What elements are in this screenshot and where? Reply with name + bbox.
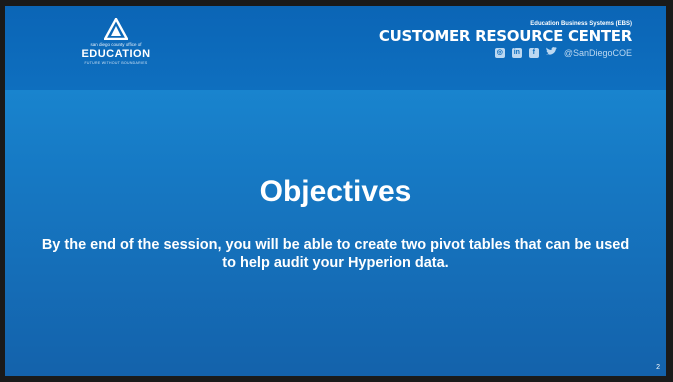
social-links: ◎ in f @SanDiegoCOE [379, 47, 632, 58]
resource-center-title: CUSTOMER RESOURCE CENTER [378, 27, 632, 45]
instagram-icon[interactable]: ◎ [494, 47, 505, 58]
slide-title: Objectives [259, 175, 412, 208]
slide-body: By the end of the session, you will be a… [41, 237, 630, 271]
slide-header: san diego county office of EDUCATION FUT… [5, 6, 666, 90]
logo-tagline: FUTURE WITHOUT BOUNDARIES [84, 61, 148, 65]
page-number: 2 [656, 364, 660, 371]
logo-education: EDUCATION [81, 48, 151, 60]
sdcoe-logo: san diego county office of EDUCATION FUT… [61, 18, 171, 82]
triangle-logo-icon [104, 18, 128, 40]
slide-frame: san diego county office of EDUCATION FUT… [0, 0, 673, 382]
facebook-icon[interactable]: f [528, 47, 539, 58]
linkedin-icon[interactable]: in [511, 47, 522, 58]
twitter-icon[interactable] [545, 47, 557, 58]
twitter-handle[interactable]: @SanDiegoCOE [564, 48, 632, 58]
resource-center-block: Education Business Systems (EBS) CUSTOME… [379, 20, 632, 58]
slide: san diego county office of EDUCATION FUT… [5, 6, 666, 376]
